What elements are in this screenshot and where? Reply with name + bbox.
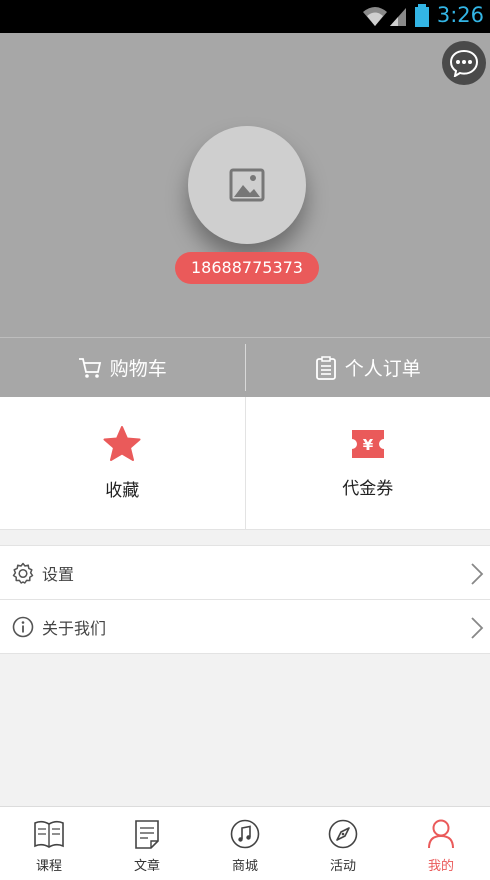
document-icon (135, 820, 159, 849)
gear-icon (12, 562, 34, 584)
tab-courses[interactable]: 课程 (0, 807, 98, 880)
tab-articles[interactable]: 文章 (98, 807, 196, 880)
signal-icon (390, 8, 406, 26)
orders-button[interactable]: 个人订单 (244, 344, 490, 391)
cart-button[interactable]: 购物车 (0, 338, 245, 397)
chat-bubble-icon (449, 49, 479, 77)
menu-item-about[interactable]: 关于我们 (0, 600, 490, 654)
orders-label: 个人订单 (344, 358, 421, 380)
clipboard-icon (315, 355, 336, 380)
cart-icon (78, 357, 101, 378)
shortcut-grid: 收藏 ¥ 代金券 (0, 397, 490, 530)
menu-item-settings-label: 设置 (42, 564, 75, 584)
music-note-icon (230, 819, 260, 849)
coupon-ticket-icon: ¥ (351, 429, 384, 458)
book-icon (34, 820, 64, 848)
chevron-right-icon (471, 563, 484, 585)
chevron-right-icon (471, 617, 484, 639)
header-actions: 购物车 个人订单 (0, 337, 490, 397)
menu-item-about-label: 关于我们 (42, 618, 107, 638)
coupons-button[interactable]: ¥ 代金券 (244, 397, 490, 529)
tab-mall[interactable]: 商城 (196, 807, 294, 880)
tab-mine-label: 我的 (427, 859, 454, 874)
tab-articles-label: 文章 (133, 859, 160, 874)
tab-courses-label: 课程 (35, 859, 62, 874)
favorites-label: 收藏 (105, 480, 140, 501)
profile-header: 18688775373 购物车 个人订单 (0, 33, 490, 397)
tab-activities[interactable]: 活动 (294, 807, 392, 880)
status-bar: 3:26 (0, 0, 490, 33)
wifi-icon (363, 7, 387, 26)
compass-icon (328, 819, 358, 849)
star-icon (103, 425, 141, 461)
battery-icon (415, 4, 429, 27)
bottom-tab-bar: 课程 文章 商城 活动 我的 (0, 806, 490, 880)
tab-mine[interactable]: 我的 (392, 807, 490, 880)
cart-label: 购物车 (109, 358, 167, 380)
favorites-button[interactable]: 收藏 (0, 397, 245, 529)
svg-text:¥: ¥ (363, 436, 374, 454)
avatar[interactable] (188, 126, 306, 244)
chat-button[interactable] (442, 41, 486, 85)
coupons-label: 代金券 (342, 478, 394, 499)
phone-number-badge: 18688775373 (175, 252, 319, 284)
status-time: 3:26 (436, 3, 484, 27)
user-icon (428, 819, 454, 849)
settings-menu: 设置 关于我们 (0, 545, 490, 654)
tab-mall-label: 商城 (231, 859, 258, 874)
tab-activities-label: 活动 (329, 859, 356, 874)
info-icon (12, 616, 34, 637)
menu-item-settings[interactable]: 设置 (0, 546, 490, 600)
image-placeholder-icon (229, 168, 265, 202)
